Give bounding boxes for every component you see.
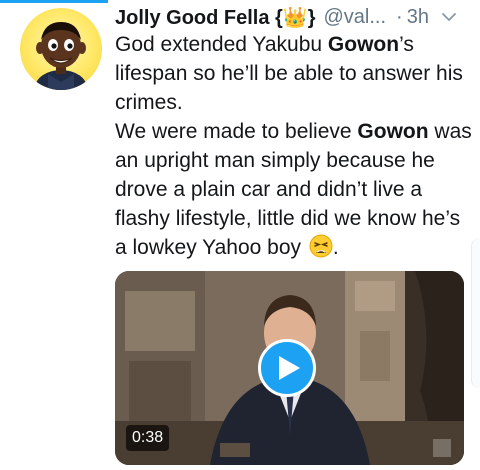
highlighted-keyword: Gowon: [357, 120, 429, 143]
highlighted-keyword: Gowon: [327, 33, 400, 56]
author-display-name[interactable]: Jolly Good Fella {👑}: [115, 5, 316, 30]
author-handle[interactable]: @val...: [324, 6, 387, 29]
scrollbar[interactable]: [471, 238, 480, 388]
top-accent-bar: [0, 0, 108, 3]
tweet-timestamp[interactable]: 3h: [407, 6, 429, 29]
cartoon-boy-avatar-icon: [35, 22, 87, 90]
separator-dot: ·: [396, 5, 403, 28]
tweet-paragraph-2: We were made to believe Gowon was an upr…: [115, 117, 475, 262]
chevron-down-icon[interactable]: [441, 9, 457, 25]
tweet-text-segment: We were made to believe: [115, 120, 358, 143]
play-icon: [279, 356, 300, 380]
play-button[interactable]: [258, 339, 316, 397]
tweet-text: God extended Yakubu Gowon’s lifespan so …: [115, 30, 475, 262]
author-avatar[interactable]: [20, 8, 102, 90]
tweet-header: Jolly Good Fella {👑} @val... · 3h: [115, 3, 465, 31]
tweet-paragraph-1: God extended Yakubu Gowon’s lifespan so …: [115, 30, 475, 117]
tired-face-emoji-icon: [309, 234, 333, 258]
tweet-text-segment: God extended Yakubu: [115, 33, 328, 56]
video-duration-badge: 0:38: [126, 425, 170, 451]
tweet-text-segment: .: [332, 236, 339, 259]
